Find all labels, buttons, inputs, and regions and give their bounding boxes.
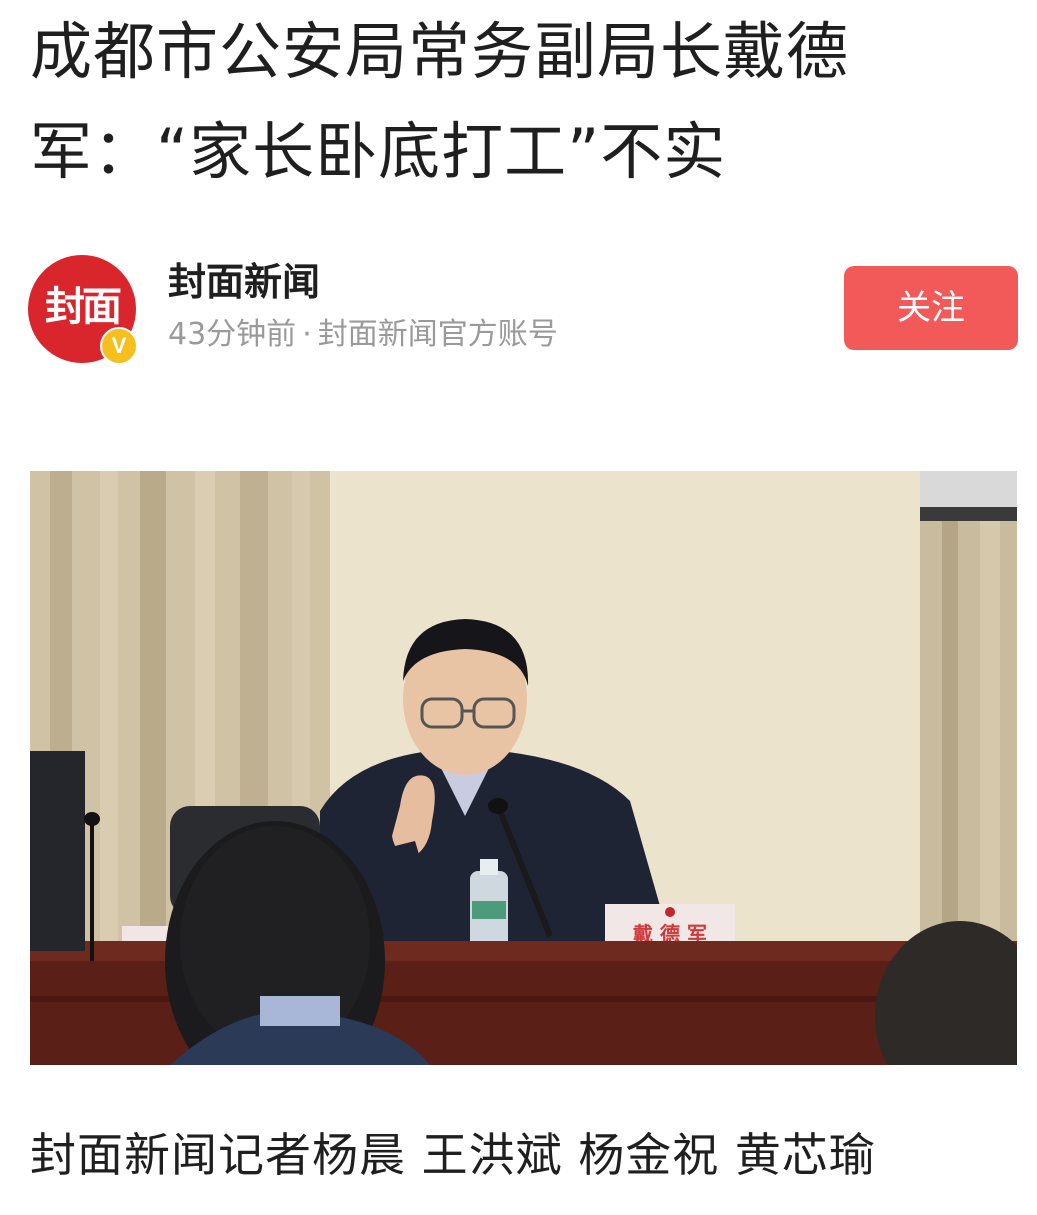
publish-time: 43分钟前 bbox=[168, 317, 297, 352]
article-byline: 封面新闻记者杨晨 王洪斌 杨金祝 黄芯瑜 bbox=[30, 1128, 876, 1182]
verified-badge-icon: V bbox=[100, 327, 138, 365]
article-headline: 成都市公安局常务副局长戴德军：“家长卧底打工”不实 bbox=[30, 15, 850, 188]
author-meta: 43分钟前 · 封面新闻官方账号 bbox=[168, 313, 558, 357]
account-type: 封面新闻官方账号 bbox=[317, 317, 558, 352]
author-name[interactable]: 封面新闻 bbox=[168, 257, 320, 307]
follow-button[interactable]: 关注 bbox=[844, 266, 1018, 350]
article-photo-image: 戴 德 军 bbox=[30, 471, 1017, 1065]
article-photo[interactable]: 戴 德 军 bbox=[30, 471, 1017, 1065]
author-avatar[interactable]: 封面 V bbox=[28, 255, 138, 365]
author-row: 封面 V 封面新闻 43分钟前 · 封面新闻官方账号 关注 bbox=[28, 255, 1018, 365]
meta-separator: · bbox=[302, 317, 312, 352]
